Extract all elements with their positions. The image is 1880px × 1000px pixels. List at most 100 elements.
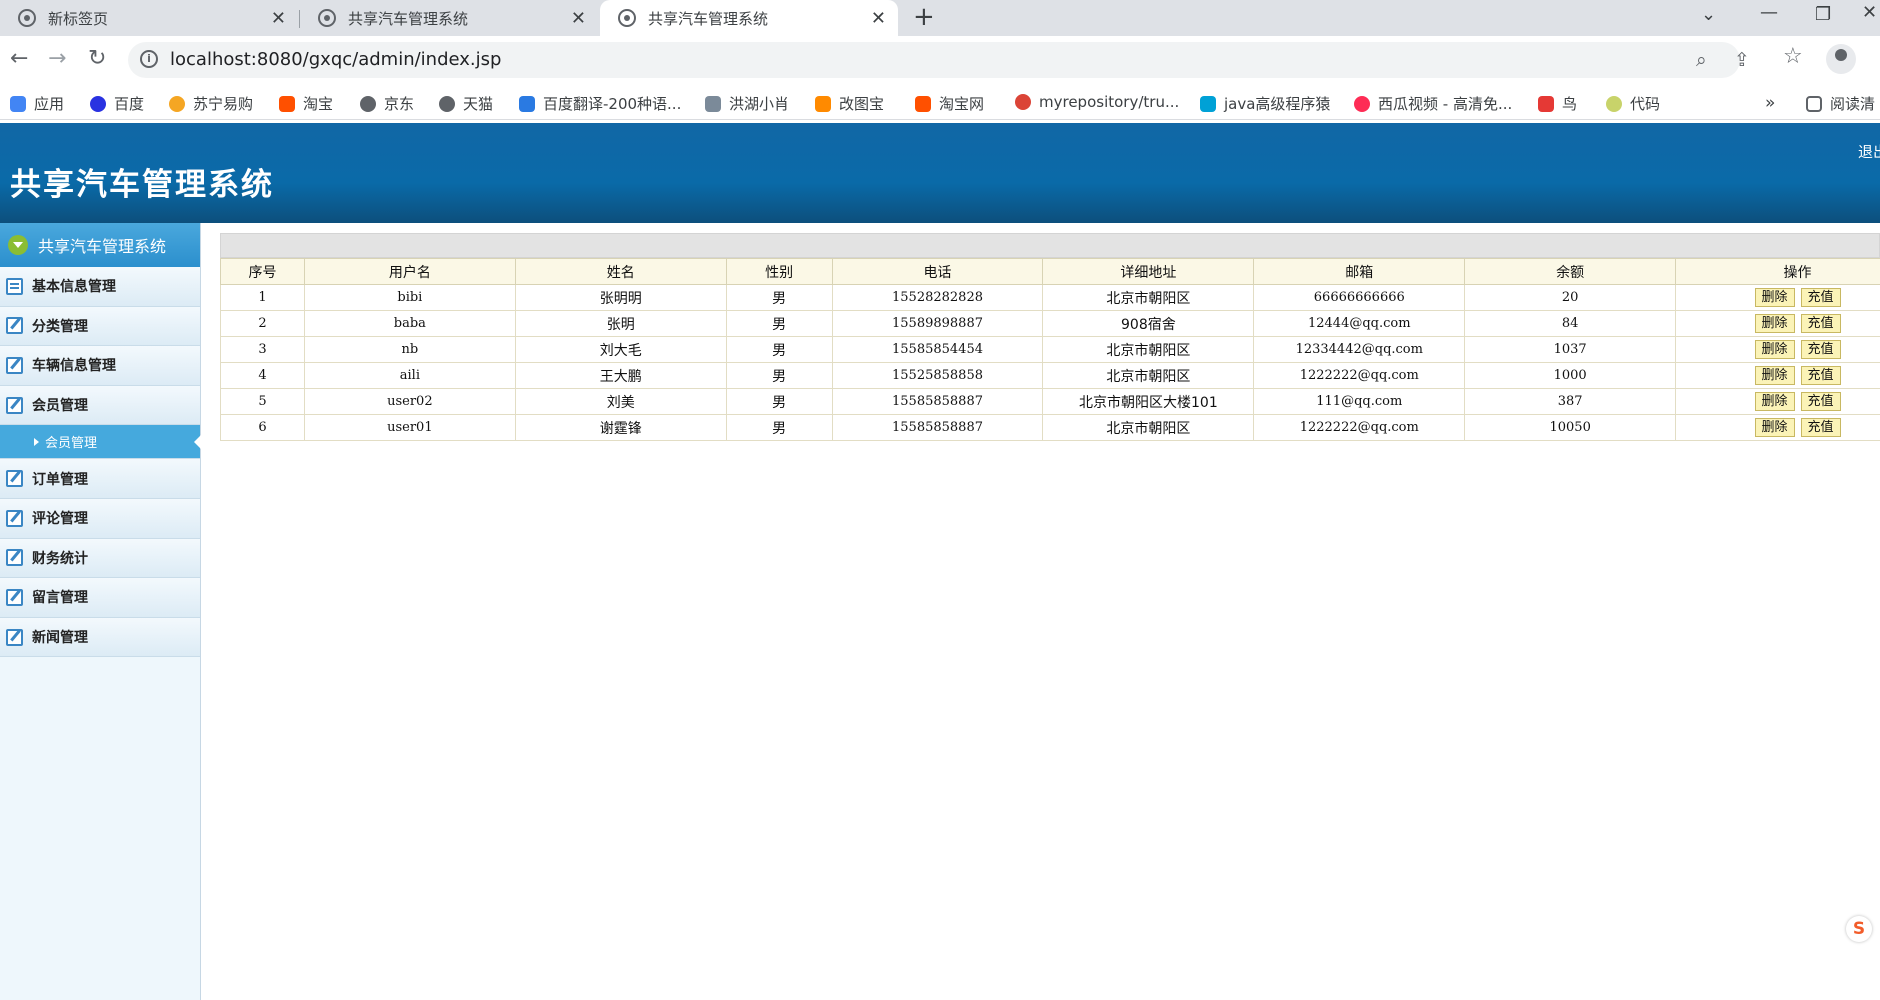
table-cell: 男: [725, 336, 833, 363]
new-tab-plus-icon[interactable]: +: [913, 2, 935, 32]
bookmark-item[interactable]: myrepository/tru...: [1015, 93, 1179, 111]
floating-s-icon[interactable]: S: [1846, 916, 1872, 942]
minimize-icon[interactable]: —: [1760, 2, 1778, 23]
bookmark-item[interactable]: 西瓜视频 - 高清免...: [1354, 93, 1512, 114]
edit-icon: [6, 588, 23, 606]
bookmark-item[interactable]: 天猫: [439, 93, 493, 114]
table-cell: 男: [725, 310, 833, 337]
table-row: 4 aili 王大鹏男 15525858858 北京市朝阳区 1222222@qq.com…: [220, 362, 1880, 389]
recharge-button[interactable]: 充值: [1800, 288, 1841, 307]
column-header: 余额: [1464, 258, 1677, 285]
delete-button[interactable]: 删除: [1754, 418, 1795, 437]
close-icon[interactable]: ✕: [571, 8, 586, 29]
table-cell: 66666666666: [1253, 284, 1466, 311]
url-text[interactable]: localhost:8080/gxqc/admin/index.jsp: [170, 49, 501, 70]
sidebar-item-vehicle[interactable]: 车辆信息管理: [0, 346, 200, 386]
bookmarks-bar: 应用 百度 苏宁易购 淘宝 京东 天猫 百度翻译-200种语... 洪湖小肖 改…: [0, 84, 1880, 120]
close-icon[interactable]: ✕: [271, 8, 286, 29]
delete-button[interactable]: 删除: [1754, 340, 1795, 359]
tab-search-chevron-icon[interactable]: ⌄: [1701, 4, 1716, 25]
bookmark-star-icon[interactable]: ☆: [1783, 44, 1803, 69]
browser-tab[interactable]: 共享汽车管理系统 ✕: [300, 0, 598, 36]
reload-icon[interactable]: ↻: [88, 46, 106, 71]
bookmark-item[interactable]: 洪湖小肖: [705, 93, 789, 114]
table-cell: 北京市朝阳区: [1042, 284, 1255, 311]
bookmark-item[interactable]: 百度: [90, 93, 144, 114]
recharge-button[interactable]: 充值: [1800, 340, 1841, 359]
bookmark-item[interactable]: 京东: [360, 93, 414, 114]
table-row: 3 nb 刘大毛男 15585854454 北京市朝阳区 12334442@qq.com 1…: [220, 336, 1880, 363]
browser-tab-active[interactable]: 共享汽车管理系统 ✕: [600, 0, 898, 36]
recharge-button[interactable]: 充值: [1800, 366, 1841, 385]
bookmark-site-icon: [705, 95, 721, 112]
table-cell: 北京市朝阳区: [1042, 336, 1255, 363]
share-icon[interactable]: ⇪: [1734, 49, 1750, 71]
recharge-button[interactable]: 充值: [1800, 392, 1841, 411]
sidebar-item-comment[interactable]: 评论管理: [0, 498, 200, 539]
sidebar-item-category[interactable]: 分类管理: [0, 306, 200, 347]
site-info-icon[interactable]: i: [140, 50, 158, 68]
sidebar-subitem-member-manage[interactable]: 会员管理: [0, 425, 201, 460]
table-cell: 刘美: [514, 388, 727, 415]
delete-button[interactable]: 删除: [1754, 366, 1795, 385]
recharge-button[interactable]: 充值: [1800, 314, 1841, 333]
sidebar-header[interactable]: 共享汽车管理系统: [0, 223, 200, 267]
sidebar-item-news[interactable]: 新闻管理: [0, 617, 200, 658]
close-window-icon[interactable]: ✕: [1862, 2, 1877, 23]
globe-icon: [360, 95, 376, 112]
table-cell: 5: [220, 388, 305, 415]
url-field[interactable]: i localhost:8080/gxqc/admin/index.jsp ⌕ …: [128, 42, 1750, 78]
more-bookmarks-chevron[interactable]: »: [1765, 93, 1775, 113]
recharge-button[interactable]: 充值: [1800, 418, 1841, 437]
sidebar-item-finance[interactable]: 财务统计: [0, 538, 200, 579]
restore-icon[interactable]: ❐: [1815, 4, 1831, 25]
globe-icon: [318, 9, 336, 27]
table-cell: user01: [303, 414, 516, 441]
delete-button[interactable]: 删除: [1754, 314, 1795, 333]
bookmark-item[interactable]: 苏宁易购: [169, 93, 253, 114]
bookmark-item[interactable]: 应用: [10, 93, 64, 114]
column-header: 详细地址: [1042, 258, 1255, 285]
back-arrow-icon[interactable]: ←: [10, 46, 28, 71]
table-cell: baba: [303, 310, 516, 337]
address-bar-row: ← → ↻ i localhost:8080/gxqc/admin/index.…: [0, 36, 1880, 84]
sidebar-item-member[interactable]: 会员管理: [0, 385, 200, 426]
forward-arrow-icon[interactable]: →: [48, 46, 66, 71]
profile-avatar[interactable]: [1826, 44, 1856, 74]
table-cell: 15585854454: [831, 336, 1044, 363]
sidebar-item-order[interactable]: 订单管理: [0, 459, 200, 499]
table-cell: 10050: [1464, 414, 1677, 441]
expand-arrow-icon: [8, 235, 28, 255]
taobao-icon: [915, 95, 931, 112]
bookmark-item[interactable]: java高级程序猿: [1200, 93, 1330, 114]
bookmark-item[interactable]: 代码: [1606, 93, 1660, 114]
table-cell: 北京市朝阳区: [1042, 362, 1255, 389]
table-cell: 15525858858: [831, 362, 1044, 389]
bookmark-item[interactable]: 鸟: [1538, 93, 1577, 114]
bookmark-item[interactable]: 百度翻译-200种语...: [519, 93, 681, 114]
reading-list[interactable]: 阅读清: [1806, 93, 1875, 114]
caret-right-icon: [34, 438, 39, 447]
bookmark-item[interactable]: 改图宝: [815, 93, 884, 114]
column-header: 邮箱: [1253, 258, 1466, 285]
column-header: 序号: [220, 258, 305, 285]
table-cell: 男: [725, 362, 833, 389]
table-cell: aili: [303, 362, 516, 389]
edit-icon: [6, 356, 23, 374]
table-header-row: 序号 用户名 姓名 性别 电话 详细地址 邮箱 余额 操作: [220, 258, 1880, 285]
sidebar-item-message[interactable]: 留言管理: [0, 578, 200, 618]
tab-title: 共享汽车管理系统: [348, 9, 469, 28]
close-icon[interactable]: ✕: [871, 8, 886, 29]
bilibili-icon: [1200, 95, 1216, 112]
bookmark-item[interactable]: 淘宝网: [915, 93, 984, 114]
delete-button[interactable]: 删除: [1754, 392, 1795, 411]
table-cell: 张明明: [514, 284, 727, 311]
bookmark-item[interactable]: 淘宝: [279, 93, 333, 114]
table-cell: 男: [725, 414, 833, 441]
sidebar-item-basic-info[interactable]: 基本信息管理: [0, 267, 200, 307]
table-row: 6 user01 谢霆锋男 15585858887 北京市朝阳区 1222222@qq.c…: [220, 414, 1880, 441]
browser-tab[interactable]: 新标签页 ✕: [0, 0, 298, 36]
zoom-icon[interactable]: ⌕: [1696, 49, 1707, 71]
logout-link[interactable]: 退出: [1858, 141, 1880, 162]
delete-button[interactable]: 删除: [1754, 288, 1795, 307]
